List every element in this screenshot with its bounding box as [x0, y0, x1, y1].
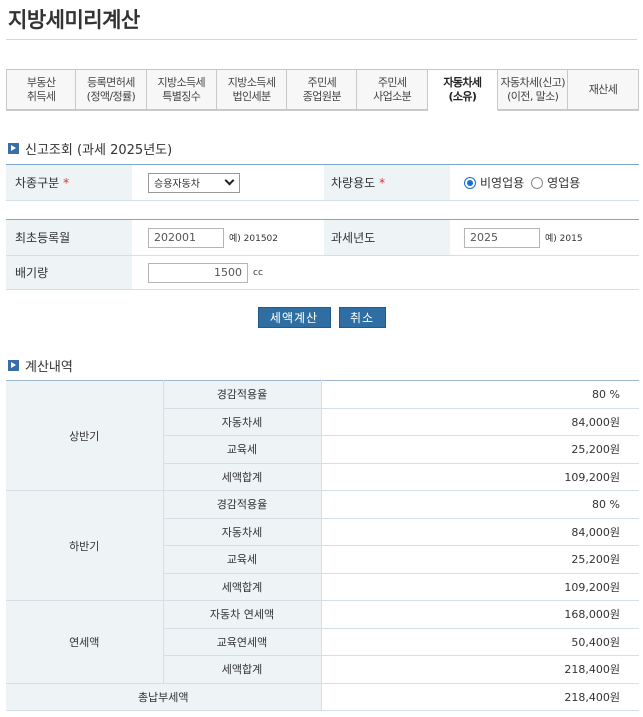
first-reg-hint: 예) 201502 [229, 234, 279, 244]
row-value: 25,200원 [321, 545, 639, 574]
row-label: 자동차 연세액 [163, 600, 322, 629]
displacement-input[interactable]: 1500 [148, 262, 248, 283]
tab-vehicle-report[interactable]: 자동차세(신고) (이전, 말소) [498, 69, 569, 110]
calculate-button[interactable]: 세액계산 [257, 307, 331, 328]
section-arrow-icon [8, 143, 19, 154]
tab-registration-license[interactable]: 등록면허세 (정액/정률) [76, 69, 147, 110]
cancel-button[interactable]: 취소 [338, 307, 386, 328]
action-buttons: 세액계산 취소 [0, 307, 643, 328]
tab-vehicle-ownership[interactable]: 자동차세 (소유) [427, 69, 499, 111]
tab-income-withholding[interactable]: 지방소득세 특별징수 [146, 69, 217, 110]
row-value: 109,200원 [321, 573, 639, 601]
row-label: 세액합계 [163, 655, 322, 684]
row-value: 109,200원 [321, 463, 639, 491]
annual-group: 연세액 [6, 600, 164, 684]
page-title: 지방세미리계산 [8, 8, 140, 32]
form-row: 최초등록월 202001 예) 201502 과세년도 2025 예) 2015 [6, 220, 639, 256]
table-row: 상반기 경감적용율 80 % [6, 380, 639, 491]
non-commercial-label: 비영업용 [480, 176, 525, 190]
tab-property-acquisition[interactable]: 부동산 취득세 [6, 69, 77, 110]
tab-resident-business[interactable]: 주민세 사업소분 [357, 69, 428, 110]
form-row: 배기량 1500 cc [6, 256, 639, 290]
row-label: 교육연세액 [163, 628, 322, 656]
vehicle-form: 차종구분 * 승용자동차 차량용도 * 비영업용 영업용 [6, 164, 639, 201]
first-reg-label: 최초등록월 [6, 220, 132, 255]
row-label: 세액합계 [163, 573, 322, 601]
row-label: 자동차세 [163, 408, 322, 436]
second-half-group: 하반기 [6, 490, 164, 601]
tax-year-input[interactable]: 2025 [464, 227, 540, 248]
row-value: 84,000원 [321, 518, 639, 546]
vehicle-type-select[interactable]: 승용자동차 [148, 172, 240, 193]
inquiry-section-title: 신고조회 (과세 2025년도) [8, 139, 172, 158]
non-commercial-radio[interactable] [464, 176, 476, 189]
table-row: 연세액 자동차 연세액 168,000원 [6, 600, 639, 684]
first-reg-input[interactable]: 202001 [148, 227, 224, 248]
row-label: 교육세 [163, 545, 322, 574]
chevron-down-icon [224, 175, 235, 186]
result-section-title: 계산내역 [8, 356, 73, 375]
table-row: 하반기 경감적용율 80 % [6, 490, 639, 601]
displacement-label: 배기량 [6, 256, 132, 289]
section-arrow-icon [8, 360, 19, 371]
total-value: 218,400원 [321, 683, 639, 711]
table-row: 총납부세액 218,400원 [6, 683, 639, 711]
result-table: 상반기 경감적용율 80 % 자동차세 84,000원 교육세 25,200원 … [6, 380, 639, 711]
first-half-group: 상반기 [6, 380, 164, 491]
displacement-unit: cc [253, 267, 263, 278]
row-value: 25,200원 [321, 435, 639, 464]
tab-resident-employee[interactable]: 주민세 종업원분 [287, 69, 358, 110]
vehicle-use-label: 차량용도 * [324, 165, 450, 200]
row-value: 80 % [321, 380, 639, 409]
row-value: 168,000원 [321, 600, 639, 629]
tax-year-hint: 예) 2015 [545, 234, 583, 244]
row-label: 교육세 [163, 435, 322, 464]
tab-property-tax[interactable]: 재산세 [568, 69, 639, 110]
row-value: 50,400원 [321, 628, 639, 656]
row-value: 80 % [321, 490, 639, 519]
row-label: 세액합계 [163, 463, 322, 491]
tax-tabs: 부동산 취득세 등록면허세 (정액/정률) 지방소득세 특별징수 지방소득세 법인세분 … [6, 69, 639, 111]
registration-form: 최초등록월 202001 예) 201502 과세년도 2025 예) 2015… [6, 219, 639, 290]
vehicle-type-label: 차종구분 * [6, 165, 132, 200]
commercial-radio[interactable] [531, 176, 544, 189]
commercial-label: 영업용 [547, 176, 581, 190]
tax-year-label: 과세년도 [324, 220, 450, 255]
total-label: 총납부세액 [6, 683, 322, 711]
row-label: 경감적용율 [163, 380, 322, 409]
row-value: 218,400원 [321, 655, 639, 684]
form-row: 차종구분 * 승용자동차 차량용도 * 비영업용 영업용 [6, 165, 639, 201]
title-divider [6, 39, 637, 40]
tab-income-corporate[interactable]: 지방소득세 법인세분 [216, 69, 288, 110]
row-label: 경감적용율 [163, 490, 322, 519]
row-label: 자동차세 [163, 518, 322, 546]
row-value: 84,000원 [321, 408, 639, 436]
